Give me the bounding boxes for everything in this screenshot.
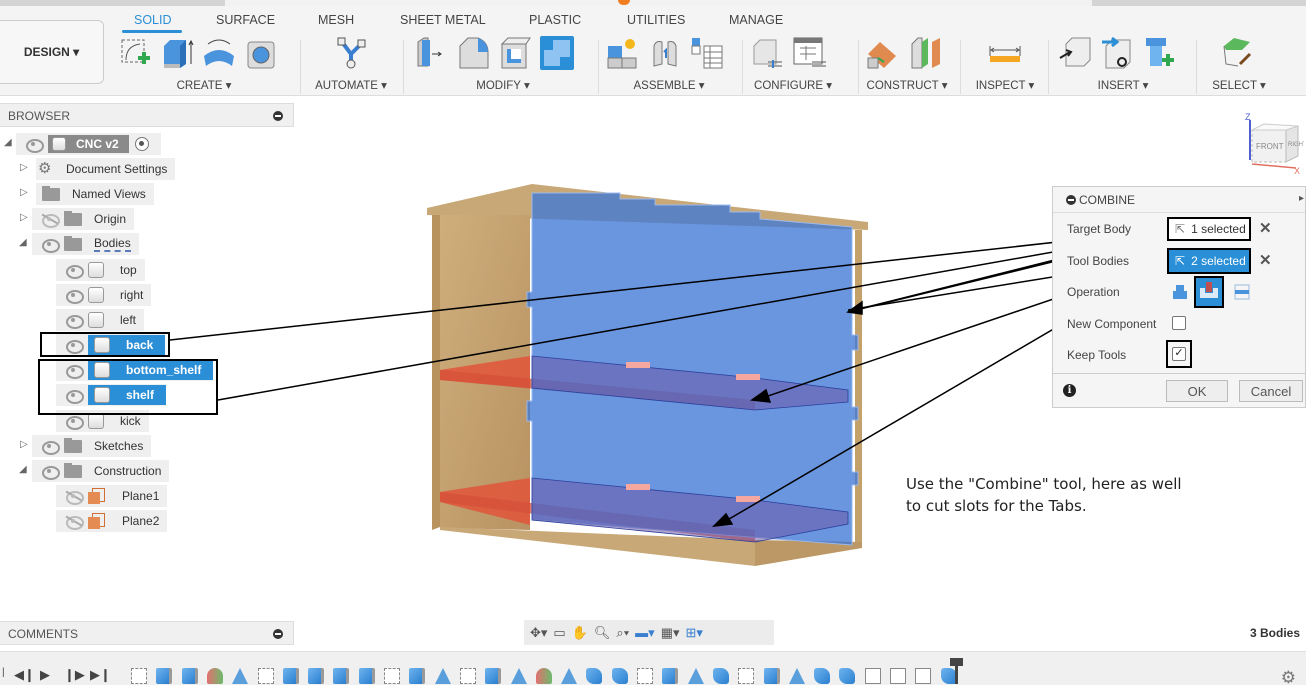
x-axis-label: X (1294, 166, 1300, 176)
timeline-plane-icon[interactable] (434, 668, 451, 684)
cursor-icon: ⇱ (1175, 254, 1186, 268)
slot-highlight (736, 374, 760, 380)
timeline-plane-icon[interactable] (788, 668, 805, 684)
add-comment-icon[interactable] (273, 629, 283, 639)
front-face-label: FRONT (1256, 142, 1284, 151)
x-axis-line (1251, 163, 1297, 169)
timeline-sketch-icon[interactable] (738, 668, 755, 684)
keep-tools-label: Keep Tools (1067, 348, 1127, 362)
right-panel (855, 230, 862, 542)
slot-highlight (626, 484, 650, 490)
expand-dialog-icon[interactable]: ▸ (1299, 193, 1304, 204)
timeline-extrude-icon[interactable] (181, 668, 198, 684)
comments-panel-header[interactable]: COMMENTS (0, 621, 294, 645)
go-to-end-icon[interactable]: ▶❙ (90, 667, 111, 683)
timeline-extrude-icon[interactable] (662, 668, 679, 684)
timeline-sketch-icon[interactable] (384, 668, 400, 684)
target-body-selector[interactable]: ⇱ 1 selected (1167, 217, 1251, 241)
collapse-dialog-icon[interactable] (1066, 195, 1076, 205)
slot-highlight (626, 362, 650, 368)
timeline-start-edge: | (2, 667, 5, 678)
grid-settings-icon[interactable]: ▦▾ (661, 625, 680, 641)
left-panel-edge (432, 215, 440, 530)
timeline-combine-icon[interactable] (814, 668, 831, 684)
timeline-sketch-icon[interactable] (637, 668, 653, 684)
zoom-window-icon[interactable]: ⌕▾ (616, 625, 629, 641)
combine-dialog: COMBINE ▸ Target Body ⇱ 1 selected ✕ Tool… (1052, 186, 1306, 408)
timeline-marker[interactable] (950, 658, 963, 684)
timeline-sketch-icon[interactable] (131, 668, 147, 684)
cursor-icon: ⇱ (1175, 222, 1186, 236)
cut-operation-button[interactable] (1194, 276, 1224, 308)
timeline-combine-icon[interactable] (712, 668, 729, 684)
keep-tools-checkbox[interactable]: ✓ (1172, 347, 1186, 361)
comments-title: COMMENTS (8, 627, 78, 641)
tool-bodies-selector[interactable]: ⇱ 2 selected (1167, 248, 1251, 274)
step-back-icon[interactable]: ◀❙ (14, 667, 35, 683)
timeline-shell-icon[interactable] (915, 668, 932, 684)
timeline-plane-icon[interactable] (561, 668, 578, 684)
orbit-icon[interactable]: ✥▾ (530, 625, 547, 641)
timeline-loft-icon[interactable] (206, 668, 223, 684)
cancel-button[interactable]: Cancel (1239, 380, 1303, 402)
step-forward-icon[interactable]: ❙▶ (64, 667, 85, 683)
combine-dialog-header: COMBINE ▸ (1053, 187, 1305, 213)
cabinet-model[interactable] (427, 184, 868, 566)
new-component-checkbox[interactable] (1172, 316, 1186, 330)
clear-target-body-icon[interactable]: ✕ (1259, 219, 1272, 237)
keep-tools-highlight: ✓ (1166, 340, 1192, 368)
new-component-label: New Component (1067, 317, 1157, 331)
look-at-icon[interactable]: ▭ (553, 625, 565, 641)
zoom-icon[interactable]: 🔍︎ (594, 625, 611, 641)
timeline-plane-icon[interactable] (510, 668, 527, 684)
timeline-shell-icon[interactable] (864, 668, 881, 684)
timeline-plane-icon[interactable] (687, 668, 704, 684)
timeline-plane-icon[interactable] (232, 668, 249, 684)
tool-bodies-value: 2 selected (1191, 254, 1246, 268)
annotation-note: Use the "Combine" tool, here as well to … (906, 473, 1216, 517)
timeline-combine-icon[interactable] (611, 668, 628, 684)
tool-bodies-label: Tool Bodies (1067, 254, 1130, 268)
display-settings-icon[interactable]: ▬▾ (635, 625, 655, 641)
join-operation-icon[interactable] (1167, 279, 1193, 305)
timeline-loft-icon[interactable] (535, 668, 552, 684)
dialog-divider (1053, 373, 1305, 374)
timeline-extrude-icon[interactable] (282, 668, 299, 684)
viewports-icon[interactable]: ⊞▾ (686, 625, 703, 641)
navigation-bar: ✥▾ ▭ ✋ 🔍︎ ⌕▾ ▬▾ ▦▾ ⊞▾ (524, 620, 774, 645)
timeline-extrude-icon[interactable] (333, 668, 350, 684)
operation-label: Operation (1067, 285, 1120, 299)
timeline-extrude-icon[interactable] (308, 668, 325, 684)
view-cube[interactable]: Z FRONT RIGHT X (1240, 112, 1306, 176)
right-face-label: RIGHT (1288, 142, 1304, 148)
pan-hand-icon[interactable]: ✋ (572, 625, 588, 641)
note-line-1: Use the "Combine" tool, here as well (906, 475, 1182, 493)
timeline-combine-icon[interactable] (839, 668, 856, 684)
timeline-sketch-icon[interactable] (257, 668, 274, 684)
ok-button[interactable]: OK (1166, 380, 1228, 402)
timeline-extrude-icon[interactable] (485, 668, 502, 684)
timeline-extrude-icon[interactable] (156, 668, 173, 684)
timeline-extrude-icon[interactable] (763, 668, 780, 684)
timeline-extrude-icon[interactable] (358, 668, 375, 684)
note-line-2: to cut slots for the Tabs. (906, 497, 1087, 515)
info-icon[interactable]: i (1063, 384, 1076, 397)
dialog-title: COMBINE (1079, 193, 1136, 207)
timeline-sketch-icon[interactable] (459, 668, 476, 684)
timeline-combine-icon[interactable] (586, 668, 603, 684)
timeline-extrude-icon[interactable] (409, 668, 426, 684)
bodies-count-status: 3 Bodies (1249, 626, 1300, 640)
timeline-shell-icon[interactable] (890, 668, 906, 684)
z-axis-label: Z (1245, 112, 1251, 122)
clear-tool-bodies-icon[interactable]: ✕ (1259, 251, 1272, 269)
target-body-value: 1 selected (1191, 222, 1246, 236)
intersect-operation-icon[interactable] (1229, 279, 1255, 305)
timeline-settings-gear-icon[interactable]: ⚙ (1281, 668, 1296, 688)
target-body-label: Target Body (1067, 222, 1132, 236)
slot-highlight (736, 496, 760, 502)
play-icon[interactable]: ▶ (40, 667, 50, 683)
cut-operation-icon (1200, 282, 1218, 298)
timeline: | ◀❙ ▶ ❙▶ ▶❙ (0, 651, 1306, 685)
